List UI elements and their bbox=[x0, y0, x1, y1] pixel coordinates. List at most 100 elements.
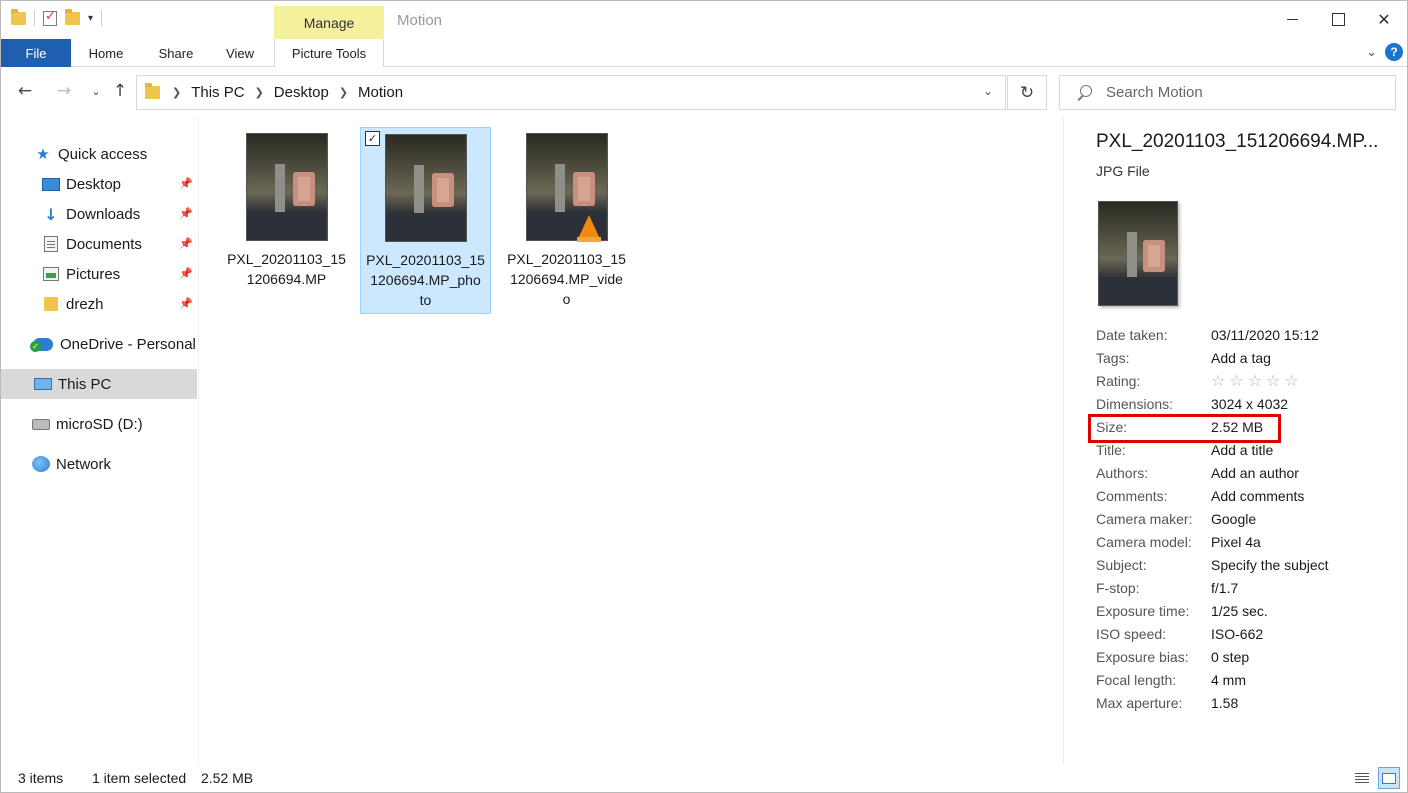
search-input[interactable] bbox=[1106, 84, 1366, 101]
checkbox-checked-icon[interactable]: ✓ bbox=[365, 131, 380, 146]
new-folder-icon[interactable] bbox=[65, 8, 80, 25]
breadcrumb-motion[interactable]: Motion bbox=[358, 84, 403, 101]
prop-label: Exposure time: bbox=[1096, 603, 1190, 619]
ribbon-tabs: File Home Share View Picture Tools ⌄ ? bbox=[1, 39, 1407, 67]
sidebar-item-downloads[interactable]: ↓ Downloads 📌 bbox=[1, 199, 197, 229]
prop-label: Tags: bbox=[1096, 350, 1130, 366]
pin-icon[interactable]: 📌 bbox=[179, 177, 193, 191]
prop-value[interactable]: ISO-662 bbox=[1211, 624, 1263, 644]
prop-value[interactable]: Google bbox=[1211, 509, 1256, 529]
details-view-icon bbox=[1355, 773, 1369, 783]
properties-icon[interactable] bbox=[43, 9, 57, 26]
prop-value[interactable]: Add a title bbox=[1211, 440, 1273, 460]
sidebar-item-pictures[interactable]: Pictures 📌 bbox=[1, 259, 197, 289]
sidebar-item-documents[interactable]: Documents 📌 bbox=[1, 229, 197, 259]
sidebar-item-label: Network bbox=[56, 455, 112, 473]
pin-icon[interactable]: 📌 bbox=[179, 237, 193, 251]
drive-icon bbox=[32, 416, 50, 432]
search-box[interactable] bbox=[1059, 75, 1396, 110]
window-controls: ✕ bbox=[1269, 1, 1407, 37]
quick-access-toolbar: ▾ bbox=[11, 8, 103, 26]
file-item-selected[interactable]: ✓ PXL_20201103_15 1206694.MP_pho to bbox=[360, 127, 491, 314]
file-list[interactable]: PXL_20201103_15 1206694.MP ✓ PXL_2020110… bbox=[201, 117, 1061, 765]
prop-label: ISO speed: bbox=[1096, 626, 1167, 642]
sidebar-item-microsd[interactable]: microSD (D:) bbox=[1, 409, 197, 439]
sidebar-item-quick-access[interactable]: ★ Quick access bbox=[1, 139, 197, 169]
toolbar-divider bbox=[34, 10, 35, 26]
prop-value[interactable]: 1/25 sec. bbox=[1211, 601, 1268, 621]
pin-icon[interactable]: 📌 bbox=[179, 267, 193, 281]
prop-value[interactable]: Add an author bbox=[1211, 463, 1299, 483]
address-dropdown-chevron-icon[interactable]: ⌄ bbox=[983, 84, 993, 98]
breadcrumb-chevron-icon[interactable]: ❯ bbox=[339, 86, 348, 99]
prop-value[interactable]: 03/11/2020 15:12 bbox=[1211, 325, 1319, 345]
breadcrumb-chevron-icon[interactable]: ❯ bbox=[255, 86, 264, 99]
breadcrumb-desktop[interactable]: Desktop bbox=[274, 84, 329, 101]
file-name: PXL_20201103_15 1206694.MP_vide o bbox=[507, 251, 626, 307]
expand-ribbon-chevron-icon[interactable]: ⌄ bbox=[1366, 45, 1377, 60]
prop-value[interactable]: 1.58 bbox=[1211, 693, 1238, 713]
prop-label: Dimensions: bbox=[1096, 396, 1174, 412]
breadcrumb-chevron-icon[interactable]: ❯ bbox=[172, 86, 181, 99]
prop-authors: Authors: Add an author bbox=[1096, 463, 1396, 483]
address-bar[interactable]: ❯ This PC ❯ Desktop ❯ Motion ⌄ bbox=[136, 75, 1006, 110]
sidebar-item-desktop[interactable]: Desktop 📌 bbox=[1, 169, 197, 199]
large-icons-view-button[interactable] bbox=[1378, 767, 1400, 789]
refresh-button[interactable]: ↻ bbox=[1007, 75, 1047, 110]
up-arrow-icon[interactable]: ↑ bbox=[109, 80, 131, 102]
refresh-icon: ↻ bbox=[1019, 82, 1035, 103]
prop-value[interactable]: 0 step bbox=[1211, 647, 1249, 667]
status-selection: 1 item selected bbox=[92, 770, 187, 786]
large-icons-view-icon bbox=[1382, 772, 1396, 784]
status-bar: 3 items 1 item selected 2.52 MB bbox=[1, 765, 1407, 792]
prop-camera-model: Camera model: Pixel 4a bbox=[1096, 532, 1396, 552]
maximize-button[interactable] bbox=[1315, 1, 1361, 37]
prop-label: Rating: bbox=[1096, 373, 1141, 389]
prop-value[interactable]: 4 mm bbox=[1211, 670, 1246, 690]
back-arrow-icon[interactable]: ← bbox=[14, 80, 36, 102]
sidebar-item-drezh[interactable]: drezh 📌 bbox=[1, 289, 197, 319]
sidebar-item-label: Desktop bbox=[66, 175, 122, 193]
recent-locations-chevron-icon[interactable]: ⌄ bbox=[85, 80, 107, 102]
details-view-button[interactable] bbox=[1351, 767, 1373, 789]
sidebar-item-label: Quick access bbox=[58, 145, 148, 163]
prop-rating: Rating: ☆☆☆☆☆ bbox=[1096, 371, 1396, 391]
minimize-button[interactable] bbox=[1269, 1, 1315, 37]
tab-picture-tools[interactable]: Picture Tools bbox=[274, 39, 384, 67]
manage-contextual-tab[interactable]: Manage bbox=[274, 6, 384, 40]
pin-icon[interactable]: 📌 bbox=[179, 297, 193, 311]
sidebar-item-network[interactable]: Network bbox=[1, 449, 197, 479]
sidebar-item-label: This PC bbox=[58, 375, 112, 393]
navigation-pane: ★ Quick access Desktop 📌 ↓ Downloads 📌 D… bbox=[1, 117, 199, 765]
prop-value[interactable]: Specify the subject bbox=[1211, 555, 1329, 575]
file-item[interactable]: PXL_20201103_15 1206694.MP_vide o bbox=[501, 127, 632, 314]
prop-label: Authors: bbox=[1096, 465, 1149, 481]
tab-file[interactable]: File bbox=[1, 39, 71, 67]
customize-toolbar-dropdown-icon[interactable]: ▾ bbox=[88, 13, 93, 24]
breadcrumb-this-pc[interactable]: This PC bbox=[191, 84, 244, 101]
sidebar-item-label: Downloads bbox=[66, 205, 141, 223]
prop-value[interactable]: Pixel 4a bbox=[1211, 532, 1261, 552]
file-thumbnail bbox=[384, 134, 467, 242]
sidebar-item-label: OneDrive - Personal bbox=[60, 335, 196, 353]
sidebar-item-label: microSD (D:) bbox=[56, 415, 143, 433]
prop-value[interactable]: Add a tag bbox=[1211, 348, 1271, 368]
prop-label: Exposure bias: bbox=[1096, 649, 1189, 665]
toolbar-divider bbox=[101, 10, 103, 26]
forward-arrow-icon[interactable]: → bbox=[53, 80, 75, 102]
tab-home[interactable]: Home bbox=[77, 39, 135, 67]
sidebar-item-onedrive[interactable]: OneDrive - Personal bbox=[1, 329, 197, 359]
prop-value[interactable]: f/1.7 bbox=[1211, 578, 1238, 598]
file-item[interactable]: PXL_20201103_15 1206694.MP bbox=[221, 127, 352, 314]
close-button[interactable]: ✕ bbox=[1361, 1, 1407, 37]
help-icon[interactable]: ? bbox=[1385, 43, 1403, 61]
details-file-type: JPG File bbox=[1096, 163, 1150, 179]
desktop-icon bbox=[42, 176, 60, 192]
prop-value[interactable]: Add comments bbox=[1211, 486, 1304, 506]
tab-view[interactable]: View bbox=[215, 39, 265, 67]
sidebar-item-label: Pictures bbox=[66, 265, 121, 283]
tab-share[interactable]: Share bbox=[147, 39, 205, 67]
rating-stars-icon[interactable]: ☆☆☆☆☆ bbox=[1211, 371, 1303, 391]
pin-icon[interactable]: 📌 bbox=[179, 207, 193, 221]
sidebar-item-this-pc[interactable]: This PC bbox=[1, 369, 197, 399]
